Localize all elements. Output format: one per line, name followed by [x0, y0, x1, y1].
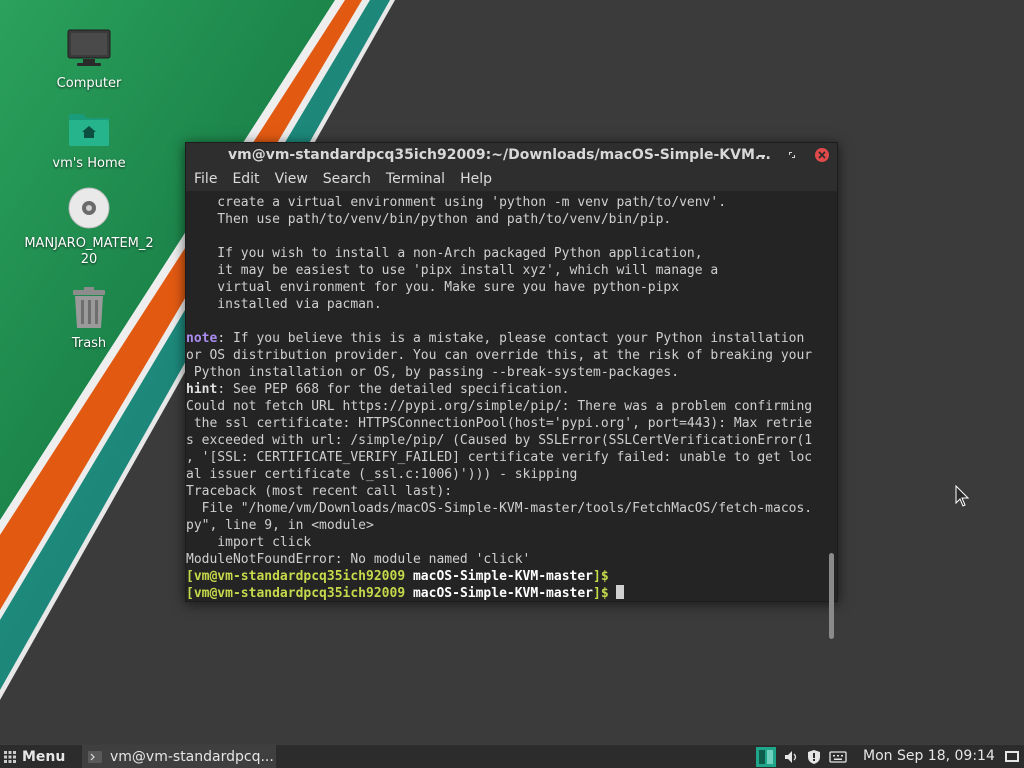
- taskbar: Menu vm@vm-standardpcq... Mon Sep 18, 09…: [0, 744, 1024, 768]
- monitor-icon: [65, 24, 113, 72]
- grid-menu-icon: [4, 751, 16, 763]
- window-title: vm@vm-standardpcq35ich92009:~/Downloads/…: [228, 147, 771, 163]
- terminal-output[interactable]: create a virtual environment using 'pyth…: [186, 191, 827, 601]
- window-titlebar[interactable]: vm@vm-standardpcq35ich92009:~/Downloads/…: [186, 143, 837, 167]
- terminal-line: installed via pacman.: [186, 297, 382, 312]
- menu-terminal[interactable]: Terminal: [386, 171, 445, 187]
- maximize-icon: [789, 152, 795, 158]
- terminal-line: or OS distribution provider. You can ove…: [186, 348, 813, 363]
- terminal-line: File "/home/vm/Downloads/macOS-Simple-KV…: [186, 501, 813, 516]
- mouse-pointer-icon: [955, 485, 970, 507]
- terminal-line: al issuer certificate (_ssl.c:1006)'))) …: [186, 467, 578, 482]
- shield-icon: [808, 750, 820, 764]
- terminal-note-line: note: If you believe this is a mistake, …: [186, 330, 827, 347]
- terminal-line: Could not fetch URL https://pypi.org/sim…: [186, 399, 813, 414]
- prompt-directory: macOS-Simple-KVM-master: [412, 569, 593, 584]
- prompt-end: ]$: [593, 586, 617, 601]
- terminal-line: virtual environment for you. Make sure y…: [186, 280, 680, 295]
- menu-view[interactable]: View: [275, 171, 308, 187]
- volume-control[interactable]: [783, 749, 799, 765]
- prompt-end: ]$: [593, 569, 609, 584]
- terminal-line: , '[SSL: CERTIFICATE_VERIFY_FAILED] cert…: [186, 450, 813, 465]
- menu-search[interactable]: Search: [323, 171, 371, 187]
- desktop-icon-disc[interactable]: MANJARO_MATEM_220: [24, 184, 154, 268]
- volume-icon: [785, 751, 797, 763]
- show-desktop-icon: [1005, 751, 1019, 762]
- terminal-line: the ssl certificate: HTTPSConnectionPool…: [186, 416, 813, 431]
- system-tray: [756, 745, 854, 768]
- minimize-button[interactable]: [754, 147, 770, 163]
- desktop-icon-label: Trash: [71, 336, 107, 351]
- terminal-line: import click: [186, 535, 312, 550]
- scrollbar-thumb[interactable]: [829, 553, 834, 639]
- terminal-line: create a virtual environment using 'pyth…: [186, 195, 727, 210]
- hint-keyword: hint: [186, 382, 218, 397]
- clock[interactable]: Mon Sep 18, 09:14: [863, 748, 995, 764]
- home-folder-icon: [65, 104, 113, 152]
- workspace-switcher[interactable]: [756, 747, 776, 767]
- keyboard-icon: [829, 751, 847, 763]
- terminal-window[interactable]: vm@vm-standardpcq35ich92009:~/Downloads/…: [185, 142, 838, 639]
- terminal-line: s exceeded with url: /simple/pip/ (Cause…: [186, 433, 813, 448]
- workspace-switcher-icon: [756, 747, 776, 767]
- hint-text: : See PEP 668 for the detailed specifica…: [217, 382, 570, 397]
- desktop-icon-label: vm's Home: [52, 156, 126, 171]
- menu-edit[interactable]: Edit: [232, 171, 259, 187]
- prompt-user: [vm@vm-standardpcq35ich92009: [186, 569, 413, 584]
- close-button[interactable]: [814, 147, 830, 163]
- menu-button[interactable]: Menu: [4, 747, 65, 767]
- menu-bar: File Edit View Search Terminal Help: [186, 167, 837, 191]
- taskbar-item-terminal[interactable]: vm@vm-standardpcq...: [82, 745, 276, 768]
- terminal-prompt: [vm@vm-standardpcq35ich92009 macOS-Simpl…: [186, 568, 827, 585]
- terminal-line: Traceback (most recent call last):: [186, 484, 453, 499]
- minimize-icon: [758, 155, 765, 157]
- terminal-line: it may be easiest to use 'pipx install x…: [186, 263, 719, 278]
- keyboard-indicator[interactable]: [829, 750, 847, 764]
- note-text: : If you believe this is a mistake, plea…: [217, 331, 805, 346]
- terminal-line: Then use path/to/venv/bin/python and pat…: [186, 212, 672, 227]
- desktop-icon-label: MANJARO_MATEM_220: [24, 236, 154, 267]
- disc-icon: [65, 184, 113, 232]
- prompt-user: [vm@vm-standardpcq35ich92009: [186, 586, 413, 601]
- menu-help[interactable]: Help: [460, 171, 492, 187]
- terminal-line: ModuleNotFoundError: No module named 'cl…: [186, 552, 531, 567]
- terminal-scrollbar[interactable]: [829, 191, 835, 639]
- security-indicator[interactable]: [806, 749, 822, 765]
- trash-icon: [65, 284, 113, 332]
- terminal-app-icon: [88, 751, 102, 763]
- menu-file[interactable]: File: [194, 171, 217, 187]
- terminal-line: If you wish to install a non-Arch packag…: [186, 246, 703, 261]
- prompt-directory: macOS-Simple-KVM-master: [412, 586, 593, 601]
- text-cursor: [616, 585, 625, 599]
- close-icon: [815, 148, 829, 162]
- maximize-button[interactable]: [784, 147, 800, 163]
- desktop-icon-label: Computer: [56, 76, 122, 91]
- desktop-icon-computer[interactable]: Computer: [24, 24, 154, 92]
- desktop-icon-home[interactable]: vm's Home: [24, 104, 154, 172]
- terminal-hint-line: hint: See PEP 668 for the detailed speci…: [186, 381, 827, 398]
- show-desktop-button[interactable]: [1004, 749, 1020, 765]
- taskbar-item-label: vm@vm-standardpcq...: [110, 749, 274, 765]
- desktop-icon-trash[interactable]: Trash: [24, 284, 154, 352]
- terminal-line: py", line 9, in <module>: [186, 518, 374, 533]
- terminal-line: Python installation or OS, by passing --…: [186, 365, 680, 380]
- note-keyword: note: [186, 331, 218, 346]
- terminal-prompt-active: [vm@vm-standardpcq35ich92009 macOS-Simpl…: [186, 585, 827, 601]
- menu-label: Menu: [22, 749, 66, 765]
